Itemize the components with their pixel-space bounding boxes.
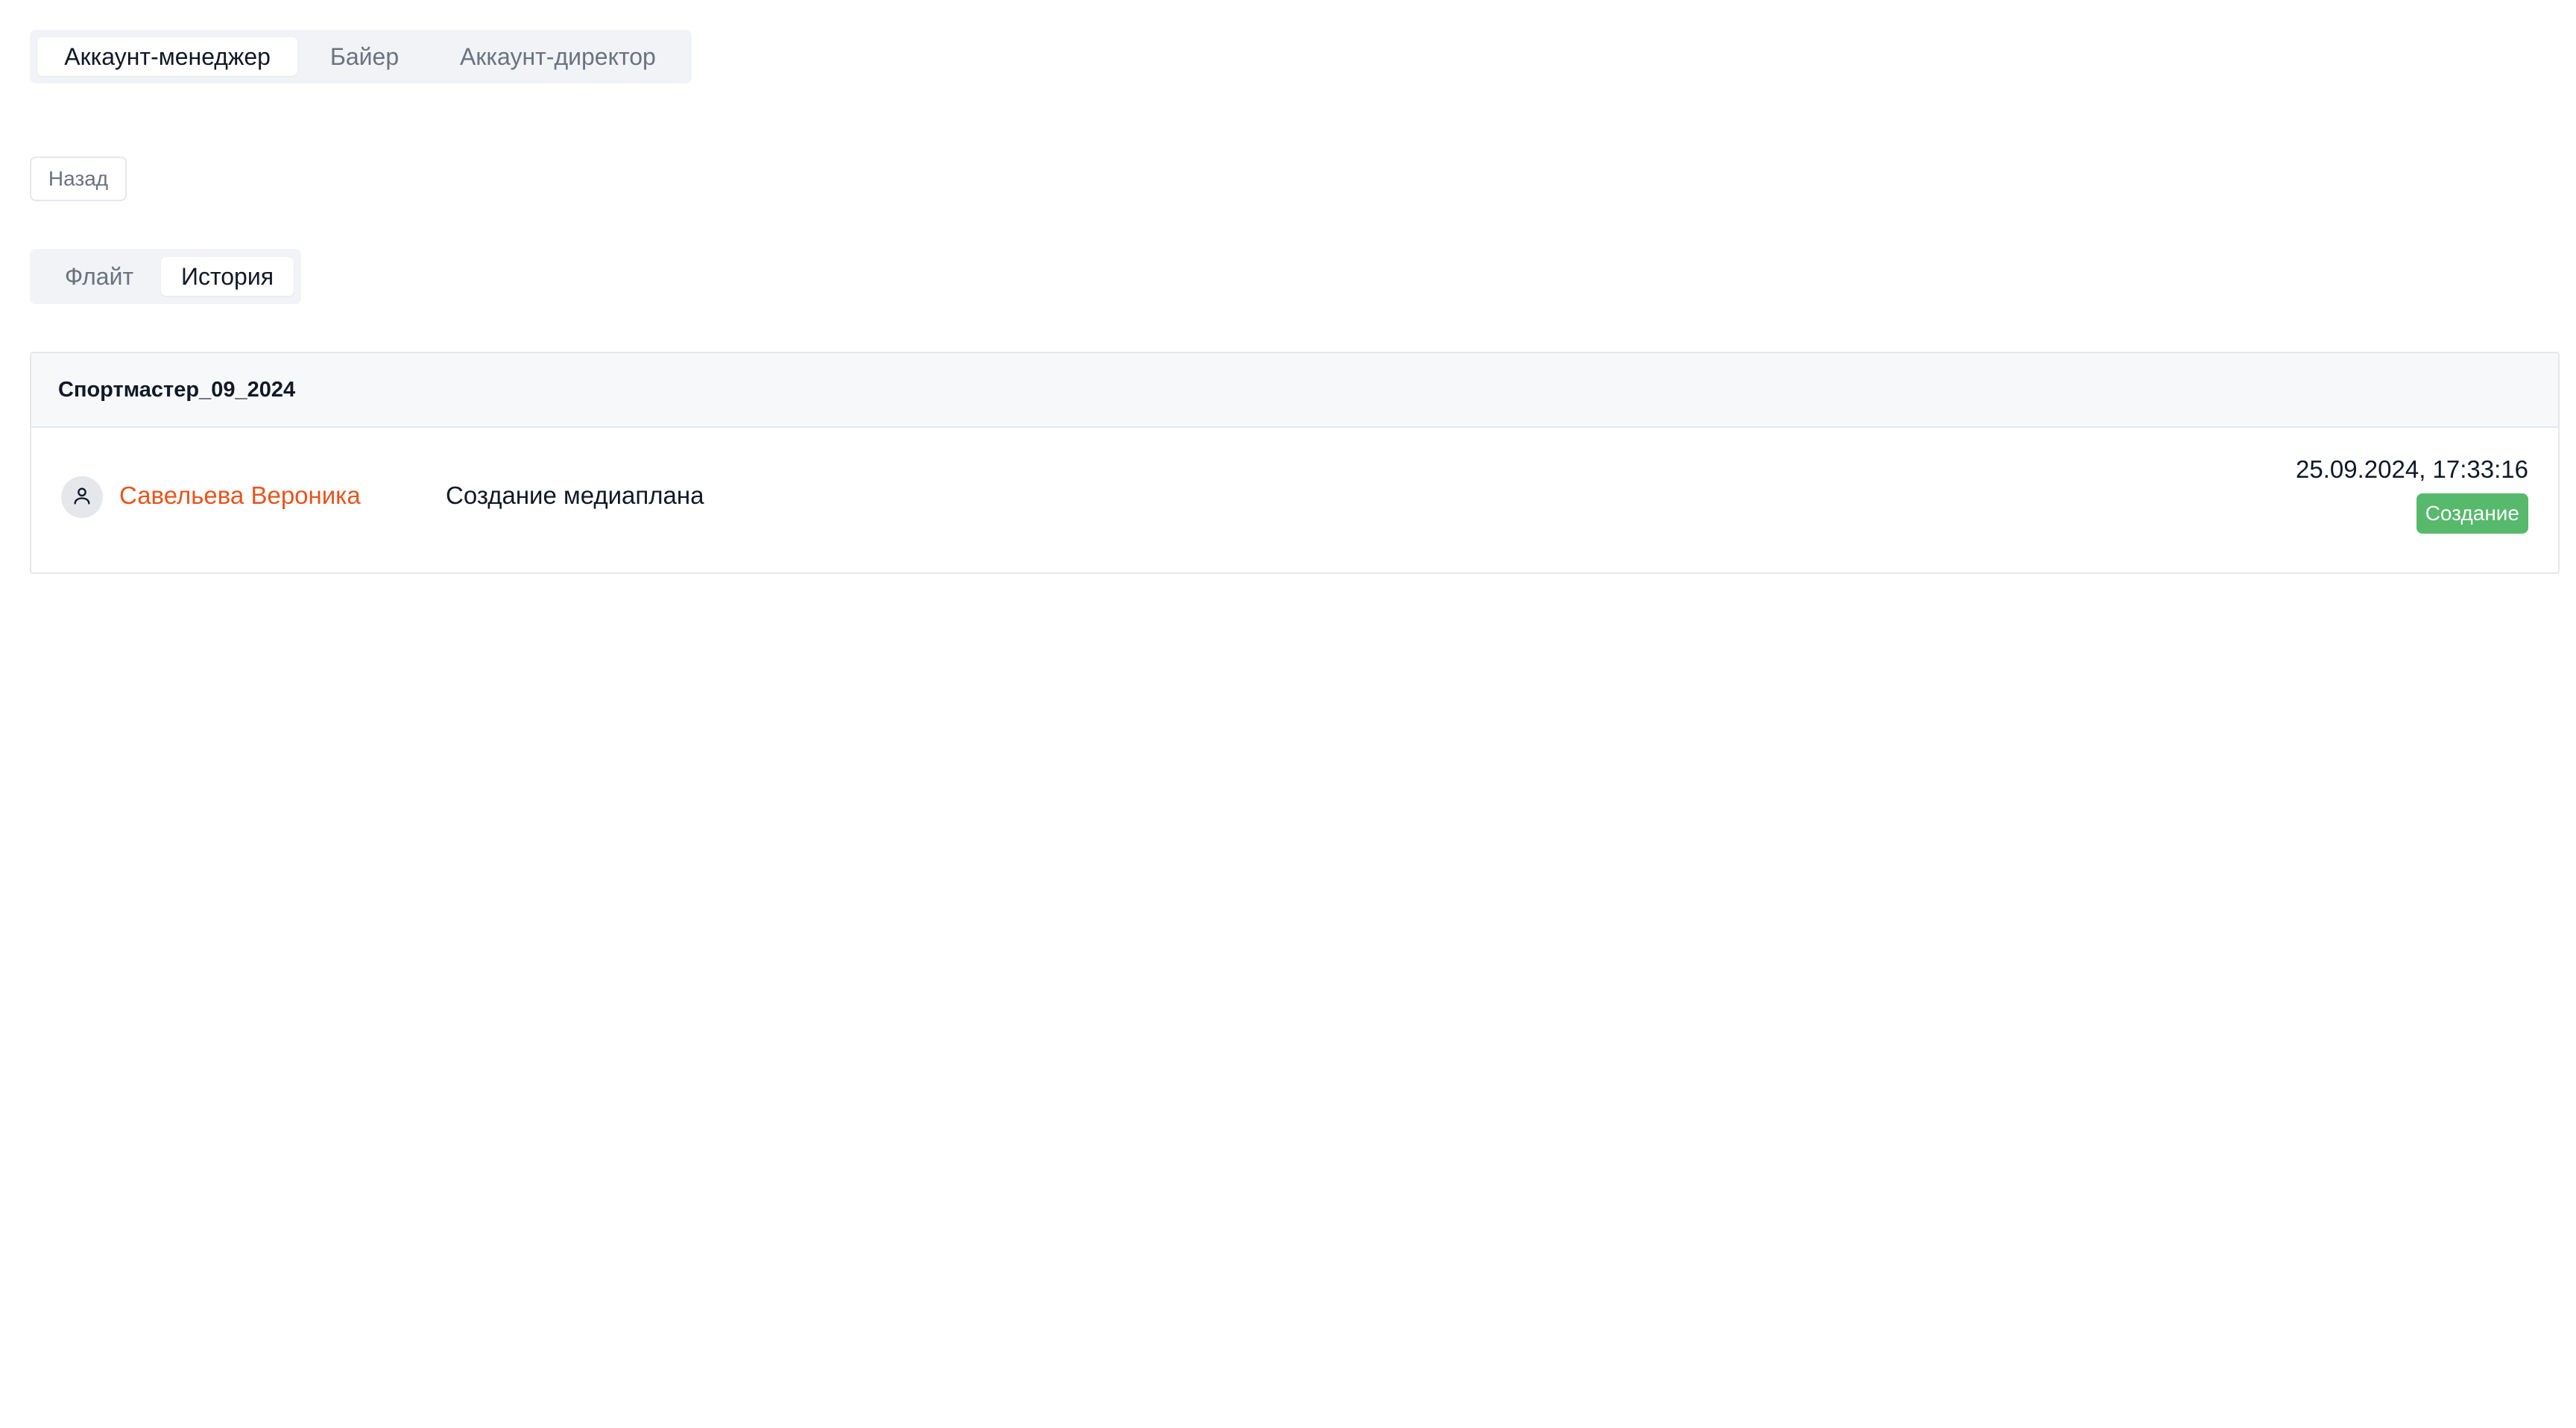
tab-history[interactable]: История <box>161 257 294 296</box>
role-tabs: Аккаунт-менеджер Байер Аккаунт-директор <box>30 30 692 83</box>
tab-flight[interactable]: Флайт <box>37 257 161 296</box>
avatar <box>61 476 103 518</box>
back-button[interactable]: Назад <box>30 157 127 201</box>
history-card-title: Спортмастер_09_2024 <box>31 353 2558 428</box>
tab-buyer[interactable]: Байер <box>297 37 432 76</box>
history-meta: 25.09.2024, 17:33:16 Создание <box>2296 455 2528 534</box>
user-icon <box>72 485 92 510</box>
view-tabs: Флайт История <box>30 249 301 304</box>
user-name-link[interactable]: Савельева Вероника <box>119 481 361 510</box>
tab-account-director[interactable]: Аккаунт-директор <box>432 37 684 76</box>
status-badge: Создание <box>2416 493 2528 534</box>
history-timestamp: 25.09.2024, 17:33:16 <box>2296 455 2528 483</box>
page: Аккаунт-менеджер Байер Аккаунт-директор … <box>0 0 2576 1428</box>
history-entry: Савельева Вероника Создание медиаплана 2… <box>31 428 2558 572</box>
history-action: Создание медиаплана <box>446 481 704 509</box>
tab-account-manager[interactable]: Аккаунт-менеджер <box>37 37 298 76</box>
history-card: Спортмастер_09_2024 Савельева Вероника С… <box>30 352 2560 574</box>
